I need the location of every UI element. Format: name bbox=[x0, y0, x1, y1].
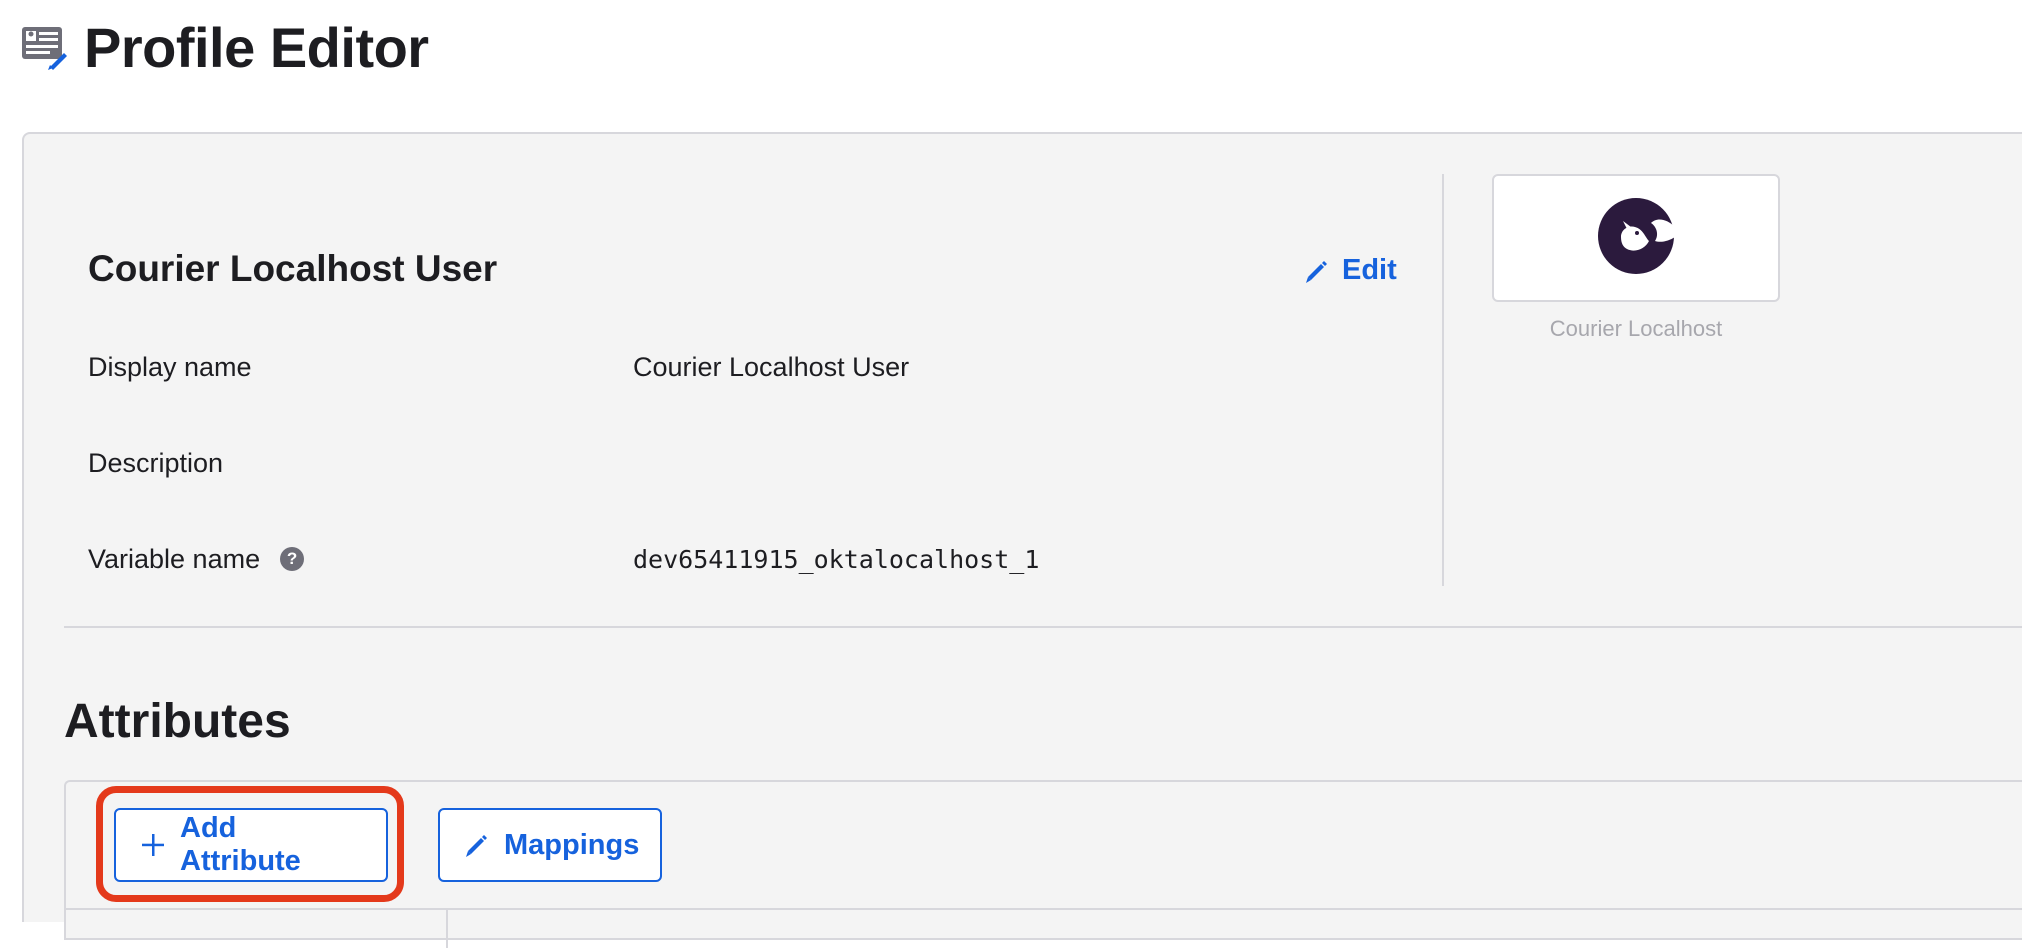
variable-name-label: Variable name bbox=[88, 543, 261, 574]
add-attribute-button[interactable]: Add Attribute bbox=[114, 808, 388, 882]
page-header: Profile Editor bbox=[20, 12, 429, 82]
page-title: Profile Editor bbox=[84, 15, 429, 79]
variable-name-value: dev65411915_oktalocalhost_1 bbox=[633, 544, 1040, 574]
pencil-icon bbox=[1304, 258, 1330, 284]
mappings-button[interactable]: Mappings bbox=[438, 808, 662, 882]
vertical-divider bbox=[1442, 174, 1444, 586]
field-row-variable-name: Variable name ? dev65411915_oktalocalhos… bbox=[88, 539, 1398, 579]
attributes-table-column-divider bbox=[446, 908, 448, 948]
display-name-label: Display name bbox=[88, 351, 252, 382]
mappings-label: Mappings bbox=[504, 828, 640, 861]
display-name-value: Courier Localhost User bbox=[633, 351, 910, 382]
section-divider bbox=[64, 626, 2022, 628]
courier-bird-logo-icon bbox=[1597, 197, 1675, 280]
profile-editor-icon bbox=[20, 23, 68, 71]
pencil-icon bbox=[464, 832, 490, 858]
app-name: Courier Localhost bbox=[1549, 316, 1723, 341]
question-icon[interactable]: ? bbox=[280, 547, 305, 571]
attributes-toolbar: Add Attribute Mappings bbox=[64, 780, 2022, 948]
profile-title: Courier Localhost User bbox=[88, 248, 498, 289]
edit-label: Edit bbox=[1342, 254, 1397, 286]
add-attribute-label: Add Attribute bbox=[180, 812, 301, 877]
profile-panel: Courier Localhost User Edit Display name… bbox=[22, 132, 2022, 948]
field-row-display-name: Display name Courier Localhost User bbox=[88, 347, 1398, 387]
description-label: Description bbox=[88, 447, 224, 478]
variable-name-label-group: Variable name ? bbox=[88, 543, 305, 575]
attributes-title: Attributes bbox=[64, 695, 291, 748]
app-logo-card bbox=[1492, 174, 1780, 302]
plus-icon bbox=[140, 832, 166, 858]
profile-info-card: Courier Localhost User Edit Display name… bbox=[88, 174, 1398, 584]
edit-profile-button[interactable]: Edit bbox=[1304, 254, 1397, 287]
field-row-description: Description bbox=[88, 443, 1398, 483]
